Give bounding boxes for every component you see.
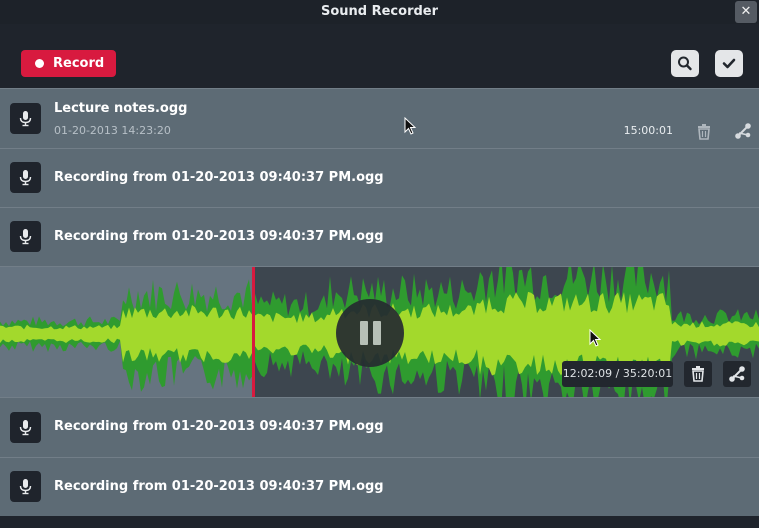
pause-icon	[360, 321, 381, 345]
recording-item[interactable]: Recording from 01-20-2013 09:40:37 PM.og…	[0, 457, 759, 516]
delete-button[interactable]	[684, 361, 712, 387]
recording-title: Recording from 01-20-2013 09:40:37 PM.og…	[54, 170, 384, 185]
microphone-icon	[19, 170, 32, 186]
microphone-icon	[19, 479, 32, 495]
trash-icon	[692, 366, 704, 382]
recording-title: Recording from 01-20-2013 09:40:37 PM.og…	[54, 229, 384, 244]
mouse-cursor-icon	[404, 117, 417, 135]
recording-title: Lecture notes.ogg	[54, 101, 188, 116]
checkmark-icon	[722, 58, 736, 69]
record-dot-icon	[35, 59, 44, 68]
recording-title: Recording from 01-20-2013 09:40:37 PM.og…	[54, 479, 384, 494]
microphone-icon-button	[10, 221, 41, 252]
microphone-icon-button	[10, 471, 41, 502]
microphone-icon	[19, 229, 32, 245]
microphone-icon	[19, 420, 32, 436]
recording-item[interactable]: Recording from 01-20-2013 09:40:37 PM.og…	[0, 148, 759, 207]
share-icon[interactable]	[733, 121, 753, 141]
search-button[interactable]	[671, 50, 699, 77]
recording-item[interactable]: Recording from 01-20-2013 09:40:37 PM.og…	[0, 207, 759, 266]
recording-item[interactable]: Recording from 01-20-2013 09:40:37 PM.og…	[0, 397, 759, 457]
microphone-icon-button	[10, 103, 41, 134]
title-bar: Sound Recorder ✕	[0, 0, 759, 24]
mouse-cursor-icon	[589, 329, 602, 347]
close-button[interactable]: ✕	[735, 1, 757, 23]
pause-button[interactable]	[336, 299, 404, 367]
microphone-icon-button	[10, 162, 41, 193]
sound-recorder-window: Sound Recorder ✕ Record Lecture notes.og…	[0, 0, 759, 528]
trash-icon[interactable]	[694, 121, 714, 141]
microphone-icon-button	[10, 412, 41, 443]
window-title: Sound Recorder	[320, 4, 439, 19]
playhead[interactable]	[252, 267, 255, 397]
waveform-player[interactable]: 12:02:09 / 35:20:01	[0, 266, 759, 397]
record-button-label: Record	[53, 56, 105, 71]
done-button[interactable]	[715, 50, 743, 77]
record-button[interactable]: Record	[21, 50, 116, 77]
share-button[interactable]	[723, 361, 751, 387]
recording-item-lecture-notes[interactable]: Lecture notes.ogg 01-20-2013 14:23:20 15…	[0, 88, 759, 148]
search-icon	[678, 56, 692, 71]
recording-date: 01-20-2013 14:23:20	[54, 124, 171, 137]
playback-time: 12:02:09 / 35:20:01	[562, 361, 673, 387]
recording-duration: 15:00:01	[623, 124, 673, 137]
toolbar: Record	[0, 24, 759, 88]
recording-title: Recording from 01-20-2013 09:40:37 PM.og…	[54, 419, 384, 434]
share-icon	[729, 366, 745, 382]
microphone-icon	[19, 111, 32, 127]
